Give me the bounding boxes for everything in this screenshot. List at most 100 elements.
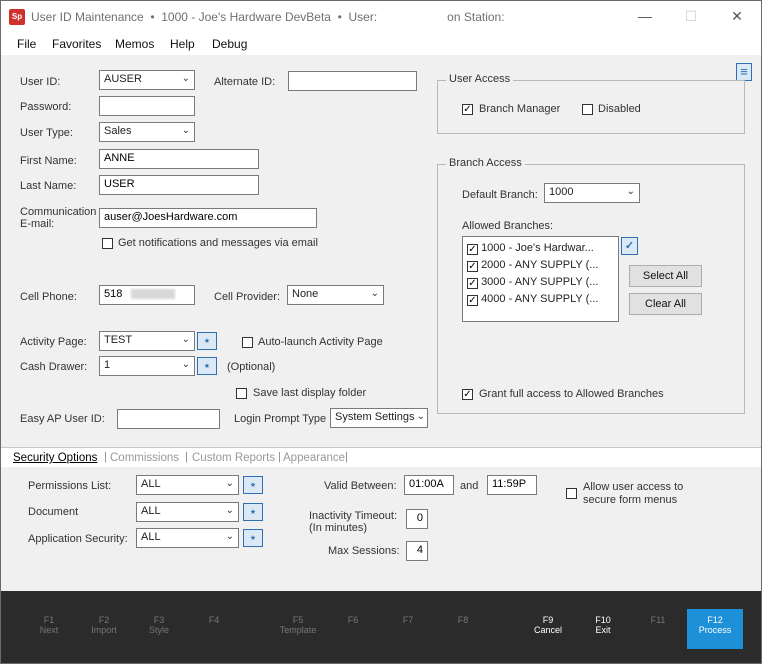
f11-button[interactable]: F11: [631, 615, 685, 625]
minimize-icon[interactable]: —: [633, 5, 657, 29]
chevron-down-icon: ⌄: [370, 288, 379, 299]
tab-custom-reports[interactable]: Custom Reports: [192, 452, 275, 464]
branch-3000-checkbox[interactable]: ✓: [467, 278, 478, 289]
branch-2000-checkbox[interactable]: ✓: [467, 261, 478, 272]
max-sessions-field[interactable]: 4: [406, 541, 428, 561]
default-branch-value: 1000: [549, 186, 574, 198]
first-name-label: First Name:: [20, 155, 77, 167]
notify-checkbox[interactable]: [102, 238, 113, 249]
inactivity-timeout-field[interactable]: 0: [406, 509, 428, 529]
cash-drawer-value: 1: [104, 359, 111, 371]
f1-next-button[interactable]: F1 Next: [22, 615, 76, 635]
list-item[interactable]: ✓ 2000 - ANY SUPPLY (...: [467, 259, 599, 272]
easy-ap-field[interactable]: [117, 409, 220, 429]
menu-favorites[interactable]: Favorites: [52, 37, 101, 51]
save-folder-checkbox[interactable]: [236, 388, 247, 399]
list-item[interactable]: ✓ 3000 - ANY SUPPLY (...: [467, 276, 599, 289]
branch-4000-checkbox[interactable]: ✓: [467, 295, 478, 306]
document-combo[interactable]: ALL ⌄: [136, 502, 239, 522]
allow-secure-menus-checkbox[interactable]: [566, 488, 577, 499]
optional-label: (Optional): [227, 361, 276, 373]
auto-launch-label: Auto-launch Activity Page: [258, 336, 383, 348]
user-type-value: Sales: [104, 125, 132, 137]
disabled-checkbox[interactable]: [582, 104, 593, 115]
chevron-down-icon: ⌄: [225, 505, 234, 516]
hamburger-menu-icon[interactable]: ≡: [736, 63, 752, 81]
cell-phone-field[interactable]: 518: [99, 285, 195, 305]
valid-to-field[interactable]: 11:59P: [487, 475, 537, 495]
maximize-icon[interactable]: ☐: [679, 5, 703, 29]
password-field[interactable]: [99, 96, 195, 116]
select-all-button[interactable]: Select All: [629, 265, 702, 287]
f9-cancel-button[interactable]: F9 Cancel: [521, 615, 575, 635]
chevron-down-icon: ⌄: [181, 125, 190, 136]
permissions-list-combo[interactable]: ALL ⌄: [136, 475, 239, 495]
cash-drawer-combo[interactable]: 1 ⌄: [99, 356, 195, 376]
chevron-down-icon: ⌄: [225, 531, 234, 542]
menu-bar: File Favorites Memos Help Debug: [1, 33, 761, 55]
login-prompt-value: System Settings: [335, 411, 415, 423]
activity-page-combo[interactable]: TEST ⌄: [99, 331, 195, 351]
user-type-combo[interactable]: Sales ⌄: [99, 122, 195, 142]
grant-access-checkbox[interactable]: ✓: [462, 389, 473, 400]
f2-import-button[interactable]: F2 Import: [77, 615, 131, 635]
cell-provider-label: Cell Provider:: [214, 291, 281, 303]
clear-all-button[interactable]: Clear All: [629, 293, 702, 315]
chevron-down-icon: ⌄: [181, 334, 190, 345]
redacted-phone: [131, 289, 176, 300]
close-icon[interactable]: ✕: [725, 5, 749, 29]
branch-2000-label: 2000 - ANY SUPPLY (...: [481, 259, 599, 271]
open-app-security-icon[interactable]: ⭑: [243, 529, 263, 547]
title-bar: Sp User ID Maintenance • 1000 - Joe's Ha…: [1, 1, 761, 33]
inactivity-timeout-label: Inactivity Timeout:: [309, 510, 398, 522]
open-permissions-icon[interactable]: ⭑: [243, 476, 263, 494]
and-label: and: [460, 480, 479, 492]
open-document-icon[interactable]: ⭑: [243, 503, 263, 521]
chevron-down-icon: ⌄: [225, 478, 234, 489]
f4-button[interactable]: F4: [187, 615, 241, 625]
menu-memos[interactable]: Memos: [115, 37, 154, 51]
menu-file[interactable]: File: [17, 37, 36, 51]
tab-commissions[interactable]: Commissions: [110, 452, 179, 464]
alternate-id-field[interactable]: [288, 71, 417, 91]
open-activity-page-icon[interactable]: ⭑: [197, 332, 217, 350]
chevron-down-icon: ⌄: [626, 186, 635, 197]
tab-security-options[interactable]: Security Options: [13, 452, 97, 464]
branch-manager-checkbox[interactable]: ✓: [462, 104, 473, 115]
f12-process-button[interactable]: F12 Process: [687, 609, 743, 649]
auto-launch-checkbox[interactable]: [242, 337, 253, 348]
allowed-branches-label: Allowed Branches:: [462, 220, 554, 232]
user-id-maintenance-window: Sp User ID Maintenance • 1000 - Joe's Ha…: [0, 0, 762, 664]
first-name-field[interactable]: ANNE: [99, 149, 259, 169]
list-item[interactable]: ✓ 1000 - Joe's Hardwar...: [467, 242, 594, 255]
last-name-label: Last Name:: [20, 180, 77, 192]
check-all-icon[interactable]: ✓: [621, 237, 638, 255]
open-cash-drawer-icon[interactable]: ⭑: [197, 357, 217, 375]
branch-1000-checkbox[interactable]: ✓: [467, 244, 478, 255]
email-field[interactable]: auser@JoesHardware.com: [99, 208, 317, 228]
allow-access-label-2: secure form menus: [583, 494, 678, 506]
last-name-field[interactable]: USER: [99, 175, 259, 195]
f6-button[interactable]: F6: [326, 615, 380, 625]
login-prompt-combo[interactable]: System Settings ⌄: [330, 408, 428, 428]
cell-provider-combo[interactable]: None ⌄: [287, 285, 384, 305]
default-branch-label: Default Branch:: [462, 189, 538, 201]
menu-help[interactable]: Help: [170, 37, 195, 51]
tab-appearance[interactable]: Appearance: [283, 452, 345, 464]
f3-style-button[interactable]: F3 Style: [132, 615, 186, 635]
menu-debug[interactable]: Debug: [212, 37, 247, 51]
valid-between-label: Valid Between:: [324, 480, 397, 492]
allowed-branches-list[interactable]: ✓ 1000 - Joe's Hardwar... ✓ 2000 - ANY S…: [462, 236, 619, 322]
default-branch-combo[interactable]: 1000 ⌄: [544, 183, 640, 203]
f5-template-button[interactable]: F5 Template: [271, 615, 325, 635]
user-id-combo[interactable]: AUSER ⌄: [99, 70, 195, 90]
branch-3000-label: 3000 - ANY SUPPLY (...: [481, 276, 599, 288]
chevron-down-icon: ⌄: [416, 411, 425, 422]
application-security-combo[interactable]: ALL ⌄: [136, 528, 239, 548]
valid-from-field[interactable]: 01:00A: [404, 475, 454, 495]
f7-button[interactable]: F7: [381, 615, 435, 625]
f8-button[interactable]: F8: [436, 615, 490, 625]
tab-separator: |: [104, 451, 107, 463]
f10-exit-button[interactable]: F10 Exit: [576, 615, 630, 635]
list-item[interactable]: ✓ 4000 - ANY SUPPLY (...: [467, 293, 598, 306]
